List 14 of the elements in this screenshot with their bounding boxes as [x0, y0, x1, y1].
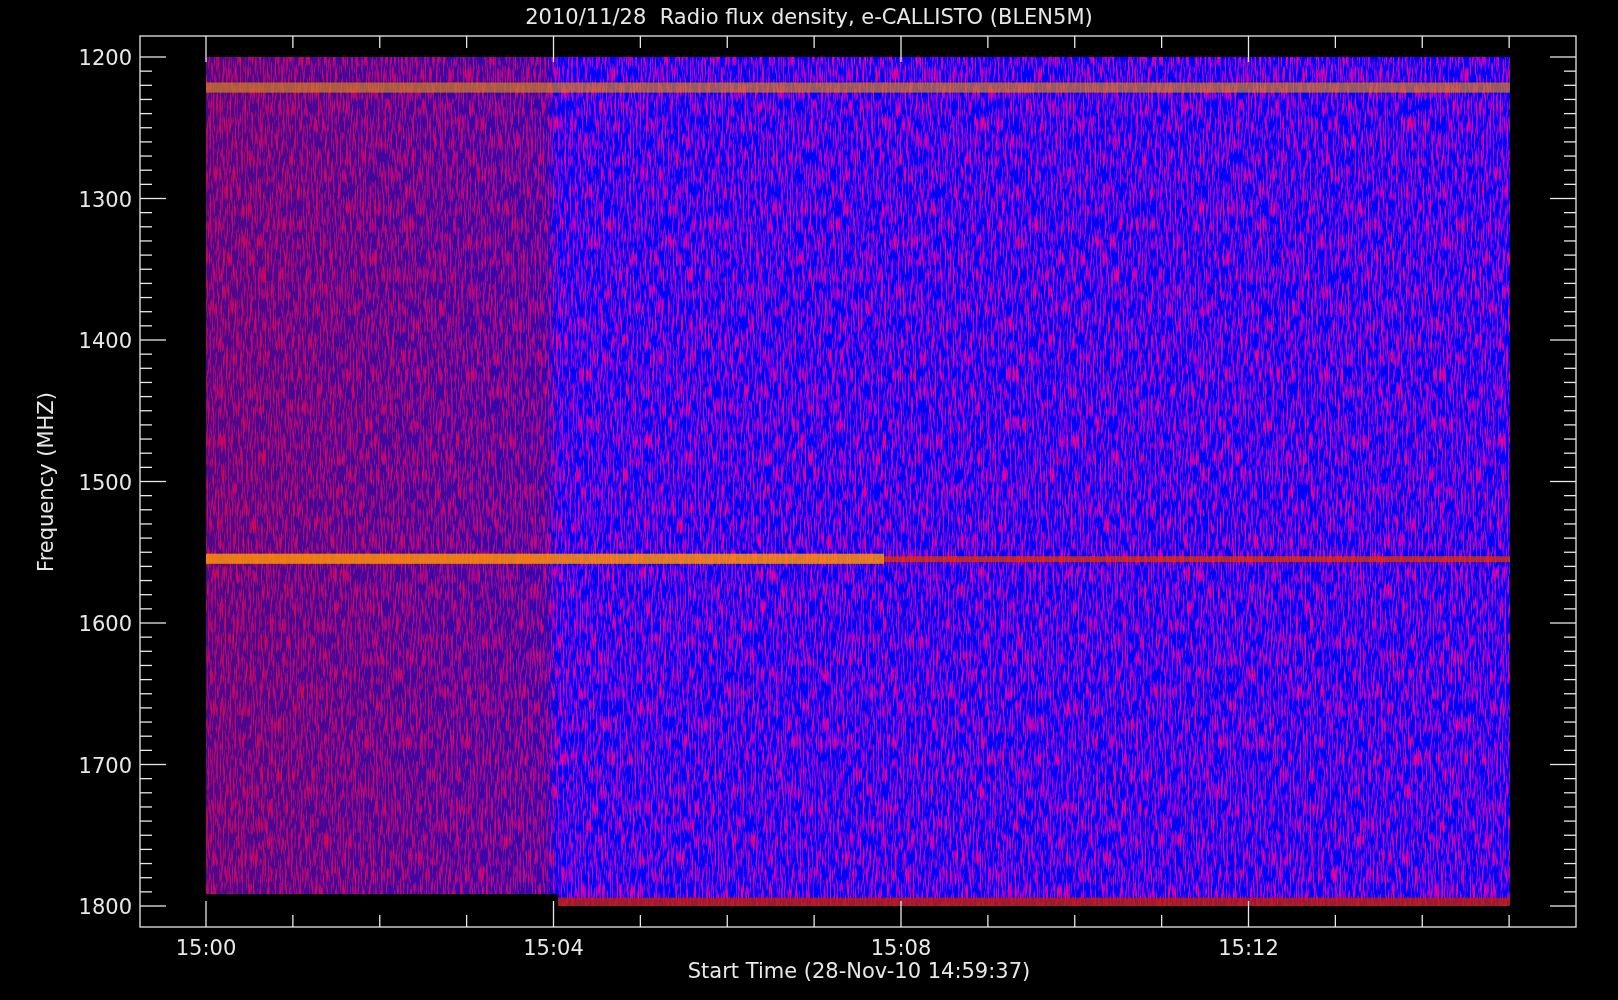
- y-tick-label: 1600: [78, 612, 132, 636]
- x-tick-label: 15:00: [175, 936, 237, 960]
- plot-title: 2010/11/28 Radio flux density, e-CALLISTO (BLEN5M): [525, 5, 1093, 29]
- x-tick-label: 15:04: [523, 936, 584, 960]
- x-axis-label: Start Time (28-Nov-10 14:59:37): [687, 959, 1031, 983]
- x-tick-label: 15:12: [1218, 936, 1279, 960]
- y-tick-label: 1200: [78, 46, 132, 70]
- y-tick-label: 1700: [78, 753, 132, 778]
- y-tick-label: 1500: [78, 470, 132, 495]
- x-tick-label: 15:08: [870, 936, 932, 960]
- y-tick-label: 1300: [78, 187, 132, 212]
- y-tick-label: 1400: [78, 329, 132, 353]
- y-axis-label: Frequency (MHZ): [34, 392, 58, 572]
- y-tick-label: 1800: [78, 895, 132, 919]
